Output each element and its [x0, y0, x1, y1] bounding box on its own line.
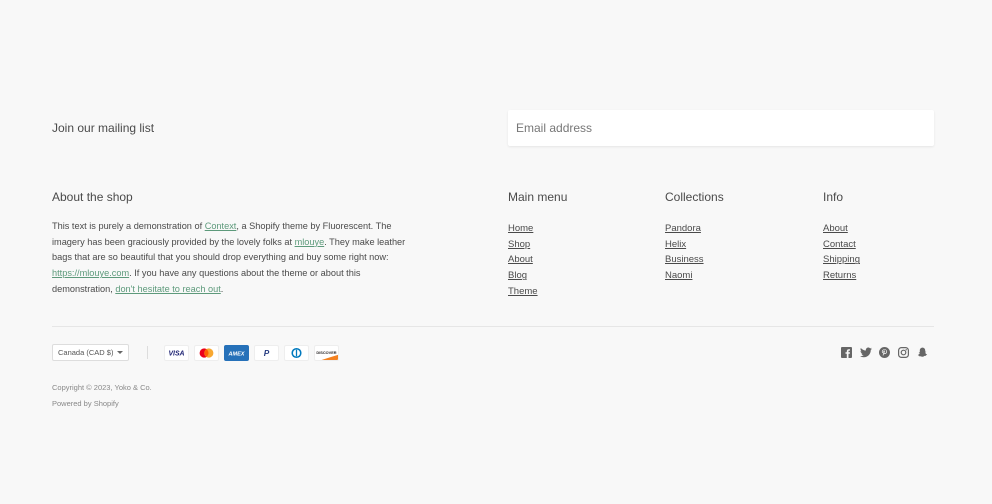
about-text: This text is purely a demonstration of C…: [52, 221, 406, 294]
collection-item-naomi[interactable]: Naomi: [665, 270, 692, 281]
svg-text:P: P: [264, 349, 270, 358]
main-menu-title: Main menu: [508, 190, 568, 204]
main-menu-column: Main menu Home Shop About Blog Theme: [508, 190, 567, 300]
info-item-about[interactable]: About: [823, 223, 848, 234]
svg-text:VISA: VISA: [168, 351, 184, 358]
discover-icon: DISCOVER: [314, 345, 339, 361]
mastercard-icon: [194, 345, 219, 361]
facebook-icon[interactable]: [840, 346, 853, 359]
payment-icons: VISA AMEX P DISCOVER: [164, 345, 339, 361]
main-menu-item-blog[interactable]: Blog: [508, 270, 527, 281]
instagram-icon[interactable]: [897, 346, 910, 359]
collection-item-business[interactable]: Business: [665, 254, 704, 265]
context-link[interactable]: Context: [205, 221, 237, 231]
social-icons: [840, 346, 929, 359]
currency-selector[interactable]: Canada (CAD $): [52, 344, 130, 361]
paypal-icon: P: [254, 345, 279, 361]
mlouye-url-link[interactable]: https://mlouye.com: [52, 268, 129, 278]
contact-link[interactable]: don't hesitate to reach out: [115, 284, 220, 294]
svg-text:AMEX: AMEX: [228, 351, 245, 357]
main-menu-item-theme[interactable]: Theme: [508, 286, 538, 297]
collections-title: Collections: [665, 190, 724, 204]
collection-item-helix[interactable]: Helix: [665, 239, 686, 250]
info-title: Info: [823, 190, 844, 204]
collection-item-pandora[interactable]: Pandora: [665, 223, 701, 234]
collections-column: Collections Pandora Helix Business Naomi: [665, 190, 724, 284]
main-menu-item-shop[interactable]: Shop: [508, 239, 530, 250]
about-section: About the shop This text is purely a dem…: [52, 190, 412, 298]
info-item-shipping[interactable]: Shipping: [823, 254, 860, 265]
info-column: Info About Contact Shipping Returns: [823, 190, 860, 284]
mailing-list-section: Join our mailing list: [52, 110, 934, 146]
email-field[interactable]: [508, 110, 934, 146]
footer-divider: [52, 326, 934, 327]
mlouye-link[interactable]: mlouye: [295, 237, 325, 247]
svg-text:DISCOVER: DISCOVER: [316, 351, 336, 355]
pinterest-icon[interactable]: [878, 346, 891, 359]
snapchat-icon[interactable]: [916, 346, 929, 359]
about-title: About the shop: [52, 190, 133, 204]
main-menu-item-home[interactable]: Home: [508, 223, 533, 234]
mailing-list-label: Join our mailing list: [52, 121, 155, 135]
amex-icon: AMEX: [224, 345, 249, 361]
info-item-contact[interactable]: Contact: [823, 239, 856, 250]
copyright-text: Copyright © 2023, Yoko & Co.: [52, 383, 152, 392]
chevron-down-icon: [117, 351, 124, 354]
visa-icon: VISA: [164, 345, 189, 361]
twitter-icon[interactable]: [859, 346, 872, 359]
powered-by-link[interactable]: Powered by Shopify: [52, 396, 152, 412]
diners-club-icon: [284, 345, 309, 361]
copyright-block: Copyright © 2023, Yoko & Co. Powered by …: [52, 380, 152, 412]
separator: [147, 346, 148, 359]
info-item-returns[interactable]: Returns: [823, 270, 856, 281]
main-menu-item-about[interactable]: About: [508, 254, 533, 265]
currency-label: Canada (CAD $): [58, 348, 114, 357]
